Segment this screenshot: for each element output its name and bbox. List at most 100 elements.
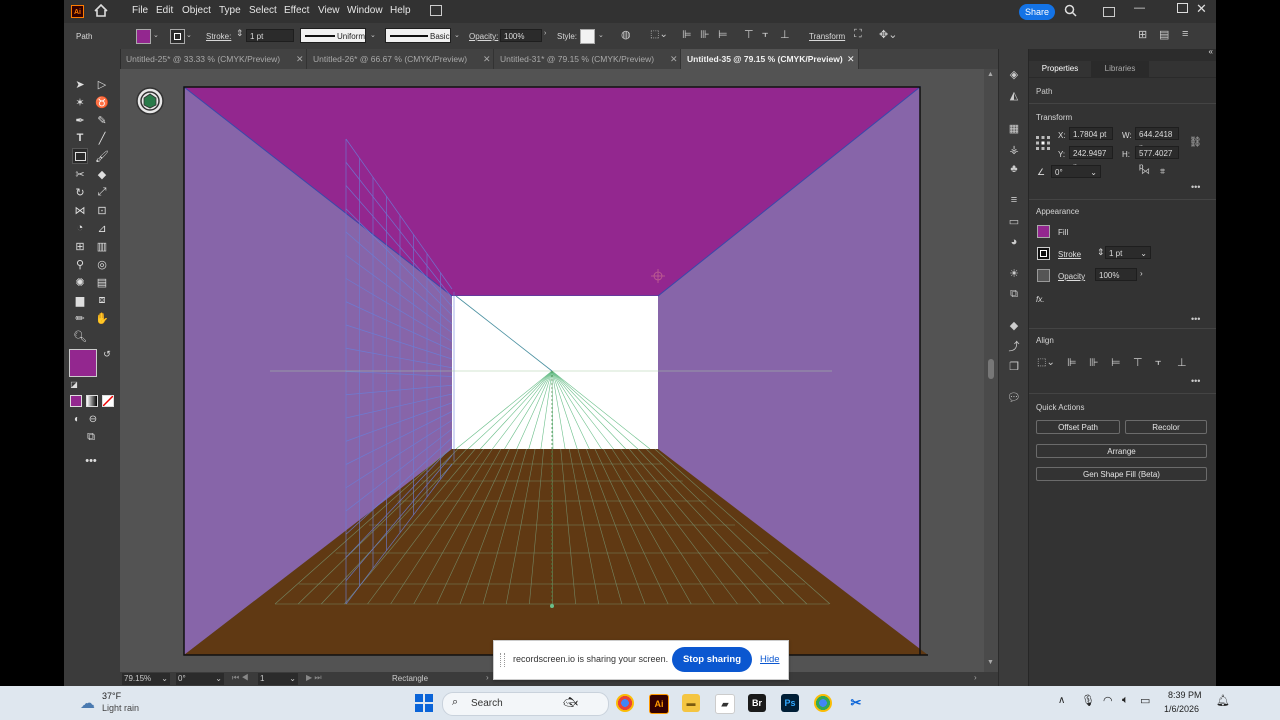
reference-point-icon[interactable] [1036,136,1050,150]
generative-icon[interactable]: ◭ [1007,89,1021,102]
style-swatch[interactable] [580,29,595,44]
artboard-tool-icon[interactable]: ⧈ [95,293,109,307]
paintbrush-tool-icon[interactable]: 🖌 [95,149,109,163]
tab-untitled-31[interactable]: Untitled-31* @ 79.15 % (CMYK/Preview) ✕ [494,49,681,69]
close-tab-icon[interactable]: ✕ [847,49,855,69]
blend-tool-icon[interactable]: ◎ [95,257,109,271]
eraser-tool-icon[interactable]: ◆ [95,167,109,181]
profile-dropdown-icon[interactable]: ⌄ [370,31,376,39]
menu-help[interactable]: Help [390,5,411,16]
artboard-number-field[interactable]: 1 ⌄ [258,673,298,685]
opacity-field[interactable]: 100% [1095,268,1137,281]
w-field[interactable]: 644.2418 p [1135,127,1179,152]
slice-tool-icon[interactable]: ✏ [73,311,87,325]
arrange-button[interactable]: Arrange [1036,444,1207,458]
zoom-tool-icon[interactable]: 🔍︎ [73,329,87,343]
align-to-selection-icon[interactable]: ⬚⌄ [1037,357,1055,368]
hand-tool-icon[interactable]: ✋ [95,311,109,325]
snipping-tool-icon[interactable]: ✂ [847,694,865,712]
line-segment-tool-icon[interactable]: ╱ [95,131,109,145]
scroll-up-icon[interactable]: ▲ [987,71,994,78]
scroll-thumb[interactable] [988,359,994,379]
y-field[interactable]: 242.9497 p [1069,146,1113,171]
chrome-profile-icon[interactable] [814,694,832,712]
transform-link[interactable]: Transform [809,32,845,41]
align-left-icon[interactable]: ⊫ [1067,356,1077,369]
recolor-button[interactable]: Recolor [1125,420,1207,434]
column-graph-icon[interactable]: ▆ [73,293,87,307]
taskbar-search-box[interactable]: ⌕ Search 🐟︎ [442,692,609,716]
opacity-arrow-icon[interactable]: › [544,30,546,37]
illustrator-taskbar-icon[interactable]: Ai [649,694,669,714]
shape-builder-tool-icon[interactable]: ◔ [73,221,87,235]
transform-more-icon[interactable]: ••• [1191,182,1200,192]
screen-mode-icon[interactable]: ⧉ [84,430,98,444]
fx-icon[interactable]: fx. [1036,295,1044,304]
close-tab-icon[interactable]: ✕ [483,49,491,69]
close-tab-icon[interactable]: ✕ [670,49,678,69]
scale-tool-icon[interactable]: ⤢ [95,185,109,199]
gradient-tool-icon[interactable]: ▥ [95,239,109,253]
h-field[interactable]: 577.4027 p [1135,146,1179,171]
drag-handle-icon[interactable] [500,653,505,667]
restore-icon[interactable] [1177,3,1188,13]
first-artboard-icon[interactable]: ⏮ ◀ [232,673,249,683]
stroke-label[interactable]: Stroke: [206,32,231,41]
brush-definition[interactable]: Basic [385,28,451,43]
gradient-panel-icon[interactable]: ▭ [1007,215,1021,228]
recolor-artwork-icon[interactable]: ◍ [621,28,631,41]
color-mode-icon[interactable] [70,395,82,407]
align-vcenter-icon[interactable]: ⫟ [1155,356,1162,369]
variable-width-profile[interactable]: Uniform [300,28,366,43]
constrain-proportions-icon[interactable]: ⛓ [1189,137,1202,148]
panel-collapse-bar[interactable]: « [1029,47,1216,61]
stroke-label[interactable]: Stroke [1058,250,1081,259]
microphone-icon[interactable]: 🎙︎ [1081,694,1095,707]
eyedropper-tool-icon[interactable]: ⚲ [73,257,87,271]
scroll-down-icon[interactable]: ▼ [987,659,994,666]
flip-vertical-icon[interactable]: ⩨ [1160,166,1165,177]
align-top-icon[interactable]: ⊤ [1133,356,1143,369]
transparency-panel-icon[interactable]: ◕ [1007,236,1021,248]
fill-color-swatch[interactable] [69,349,97,377]
swap-colors-icon[interactable]: ↺ [100,347,114,361]
comments-panel-icon[interactable]: 💬︎ [1007,391,1021,404]
arrange-documents-icon[interactable] [430,5,442,16]
photoshop-icon[interactable]: Ps [781,694,799,712]
links-panel-icon[interactable]: ❐ [1007,360,1021,373]
appearance-more-icon[interactable]: ••• [1191,314,1200,324]
opacity-arrow-icon[interactable]: › [1140,269,1143,278]
shaper-tool-icon[interactable]: ✂ [73,167,87,181]
notes-icon[interactable]: ▰ [715,694,735,714]
close-tab-icon[interactable]: ✕ [296,49,304,69]
tab-untitled-35[interactable]: Untitled-35 @ 79.15 % (CMYK/Preview) ✕ [681,49,859,69]
menu-type[interactable]: Type [219,5,241,16]
graphic-styles-icon[interactable]: ⧉ [1007,288,1021,300]
hide-link[interactable]: Hide [760,654,780,665]
align-bottom-icon[interactable]: ⊥ [1177,356,1187,369]
perspective-grid-tool-icon[interactable]: ⊿ [95,221,109,235]
draw-inside-icon[interactable]: ⊖ [86,412,100,426]
stroke-stepper-icon[interactable]: ⇕ [236,28,244,39]
align-hcenter-icon[interactable]: ⊪ [1089,356,1099,369]
stroke-swatch[interactable] [170,29,185,44]
bridge-icon[interactable]: Br [748,694,766,712]
puppet-warp-icon[interactable]: ✥⌄ [879,28,897,41]
scroll-right-icon[interactable]: › [974,673,977,682]
rotate-tool-icon[interactable]: ↻ [73,185,87,199]
isolate-icon[interactable]: ⛶ [854,28,862,41]
stroke-panel-icon[interactable]: ≡ [1007,194,1021,206]
direct-selection-tool-icon[interactable]: ▷ [95,77,109,91]
swatches-panel-icon[interactable]: ▦ [1007,122,1021,135]
flip-horizontal-icon[interactable]: ⋈ [1141,166,1150,177]
wifi-icon[interactable]: ◠ [1103,694,1113,707]
align-top-icon[interactable]: ⊤ [744,28,754,41]
magic-wand-tool-icon[interactable]: ✶ [73,95,87,109]
ground-point[interactable] [550,604,554,608]
tab-libraries[interactable]: Libraries [1091,61,1149,77]
zoom-field[interactable]: 79.15% ⌄ [122,673,170,685]
tab-untitled-26[interactable]: Untitled-26* @ 66.67 % (CMYK/Preview) ✕ [307,49,494,69]
type-tool-icon[interactable]: T [73,131,87,145]
column-graph-tool-icon[interactable]: ▤ [95,275,109,289]
fill-dropdown-icon[interactable]: ⌄ [153,31,159,39]
